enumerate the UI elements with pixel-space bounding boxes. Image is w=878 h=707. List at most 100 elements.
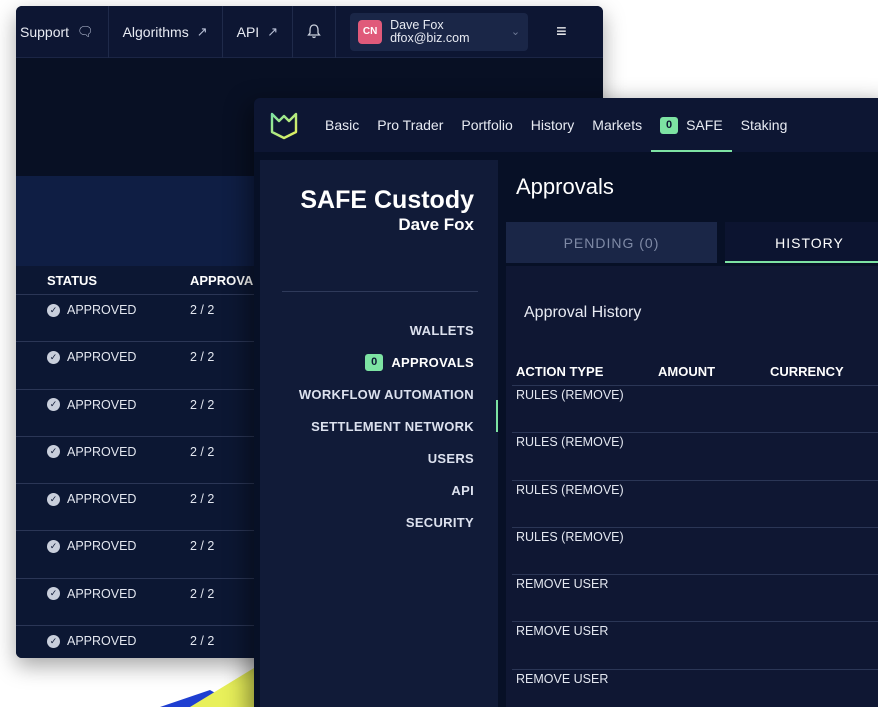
menu-icon[interactable]: ≡ xyxy=(542,21,581,42)
nav-algorithms[interactable]: Algorithms ↗ xyxy=(109,6,223,58)
check-circle-icon: ✓ xyxy=(47,634,60,648)
approvals-cell: 2 / 2 xyxy=(190,586,215,601)
tab-portfolio[interactable]: Portfolio xyxy=(452,98,521,152)
user-email: dfox@biz.com xyxy=(390,30,470,45)
status-cell: ✓ APPROVED xyxy=(16,398,190,412)
external-link-icon: ↗ xyxy=(196,23,208,39)
table-row[interactable]: REMOVE USER xyxy=(512,670,878,707)
sidebar-menu: WALLETS 0 APPROVALS WORKFLOW AUTOMATION … xyxy=(299,314,474,538)
action-type-cell: RULES (REMOVE) xyxy=(516,529,624,544)
back-topbar: Support 🗨︎ Algorithms ↗ API ↗ CN Dave Fo… xyxy=(16,6,603,58)
status-text: APPROVED xyxy=(67,634,137,649)
sidebar-item-users-label: USERS xyxy=(427,450,474,466)
page-title: Approvals xyxy=(516,174,614,199)
tab-pro-trader-label: Pro Trader xyxy=(377,117,444,133)
table-row[interactable]: REMOVE USER xyxy=(512,622,878,670)
sidebar-item-api-label: API xyxy=(451,482,474,498)
tab-pending[interactable]: PENDING (0) xyxy=(506,222,717,263)
status-text: APPROVED xyxy=(67,303,137,317)
history-table-body: RULES (REMOVE) RULES (REMOVE) RULES (REMOV… xyxy=(512,386,878,707)
safe-sidebar: SAFE Custody Dave Fox WALLETS 0 APPROVAL… xyxy=(260,160,498,707)
col-status: STATUS xyxy=(47,272,98,288)
tab-portfolio-label: Portfolio xyxy=(461,117,513,133)
approvals-cell: 2 / 2 xyxy=(190,350,215,365)
tab-approval-history[interactable]: HISTORY xyxy=(725,222,878,263)
status-cell: ✓ APPROVED xyxy=(16,634,190,648)
sidebar-item-settlement-network[interactable]: SETTLEMENT NETWORK xyxy=(299,410,474,442)
sidebar-item-api[interactable]: API xyxy=(299,474,474,506)
avatar: CN xyxy=(358,19,383,44)
approval-history-table: ACTION TYPE AMOUNT CURRENCY RULES (REMOV… xyxy=(512,358,878,707)
tab-safe[interactable]: 0 SAFE xyxy=(651,98,732,152)
notifications-button[interactable] xyxy=(293,6,337,58)
tab-history-label: History xyxy=(530,117,575,133)
check-circle-icon: ✓ xyxy=(47,445,60,459)
status-cell: ✓ APPROVED xyxy=(16,492,190,506)
action-type-cell: REMOVE USER xyxy=(516,671,609,686)
tab-markets-label: Markets xyxy=(592,117,643,133)
approvals-cell: 2 / 2 xyxy=(190,492,215,507)
approvals-count-badge: 0 xyxy=(365,353,384,371)
history-table-header: ACTION TYPE AMOUNT CURRENCY xyxy=(512,358,878,386)
status-cell: ✓ APPROVED xyxy=(16,445,190,459)
check-circle-icon: ✓ xyxy=(47,539,60,553)
action-type-cell: RULES (REMOVE) xyxy=(516,482,624,497)
status-cell: ✓ APPROVED xyxy=(16,303,190,317)
action-type-cell: RULES (REMOVE) xyxy=(516,435,624,450)
approvals-cell: 2 / 2 xyxy=(190,444,215,459)
sidebar-item-approvals[interactable]: 0 APPROVALS xyxy=(299,346,474,378)
action-type-cell: REMOVE USER xyxy=(516,624,609,639)
tab-basic[interactable]: Basic xyxy=(316,98,368,152)
status-cell: ✓ APPROVED xyxy=(16,587,190,601)
status-cell: ✓ APPROVED xyxy=(16,350,190,364)
tab-staking[interactable]: Staking xyxy=(732,98,797,152)
approvals-cell: 2 / 2 xyxy=(190,634,215,649)
nav-support[interactable]: Support 🗨︎ xyxy=(16,6,109,58)
status-text: APPROVED xyxy=(67,444,137,459)
tab-pro-trader[interactable]: Pro Trader xyxy=(368,98,452,152)
sidebar-item-workflow-automation[interactable]: WORKFLOW AUTOMATION xyxy=(299,378,474,410)
status-text: APPROVED xyxy=(67,539,137,554)
col-action-type: ACTION TYPE xyxy=(516,364,604,379)
check-circle-icon: ✓ xyxy=(47,587,60,601)
table-row[interactable]: REMOVE USER xyxy=(512,575,878,623)
tab-markets[interactable]: Markets xyxy=(583,98,651,152)
nav-algorithms-label: Algorithms xyxy=(122,23,189,40)
sidebar-item-security-label: SECURITY xyxy=(405,514,474,530)
chat-icon: 🗨︎ xyxy=(77,23,94,39)
sidebar-item-wallets[interactable]: WALLETS xyxy=(299,314,474,346)
col-currency: CURRENCY xyxy=(770,364,844,379)
sidebar-item-workflow-label: WORKFLOW AUTOMATION xyxy=(298,386,474,402)
status-text: APPROVED xyxy=(67,586,137,601)
sidebar-item-approvals-label: APPROVALS xyxy=(391,354,474,370)
status-text: APPROVED xyxy=(67,492,137,507)
tab-history[interactable]: History xyxy=(522,98,584,152)
logo-icon xyxy=(270,112,298,140)
check-circle-icon: ✓ xyxy=(47,350,60,364)
approvals-cell: 2 / 2 xyxy=(190,539,215,554)
table-row[interactable]: RULES (REMOVE) xyxy=(512,433,878,481)
deco-yellow-shape xyxy=(190,668,254,707)
table-row[interactable]: RULES (REMOVE) xyxy=(512,528,878,576)
check-circle-icon: ✓ xyxy=(47,303,60,317)
col-amount: AMOUNT xyxy=(658,364,716,379)
table-row[interactable]: RULES (REMOVE) xyxy=(512,386,878,434)
tab-staking-label: Staking xyxy=(740,117,788,133)
status-text: APPROVED xyxy=(67,350,137,365)
front-window: Basic Pro Trader Portfolio History Marke… xyxy=(254,98,878,707)
sidebar-divider xyxy=(282,291,478,292)
sidebar-item-security[interactable]: SECURITY xyxy=(299,506,474,538)
approval-history-panel: Approval History ACTION TYPE AMOUNT CURR… xyxy=(506,266,878,707)
user-info: Dave Fox dfox@biz.com xyxy=(390,18,503,45)
sidebar-subtitle: Dave Fox xyxy=(398,215,474,234)
tab-safe-label: SAFE xyxy=(686,117,723,133)
nav-api[interactable]: API ↗ xyxy=(223,6,294,58)
sidebar-title: SAFE Custody xyxy=(300,186,474,214)
panel-title: Approval History xyxy=(524,304,642,321)
user-menu[interactable]: CN Dave Fox dfox@biz.com ⌄ xyxy=(350,12,529,51)
stage: Support 🗨︎ Algorithms ↗ API ↗ CN Dave Fo… xyxy=(0,0,878,707)
chevron-down-icon: ⌄ xyxy=(510,26,521,38)
sidebar-item-settlement-label: SETTLEMENT NETWORK xyxy=(311,418,474,434)
table-row[interactable]: RULES (REMOVE) xyxy=(512,481,878,528)
sidebar-item-users[interactable]: USERS xyxy=(299,442,474,474)
